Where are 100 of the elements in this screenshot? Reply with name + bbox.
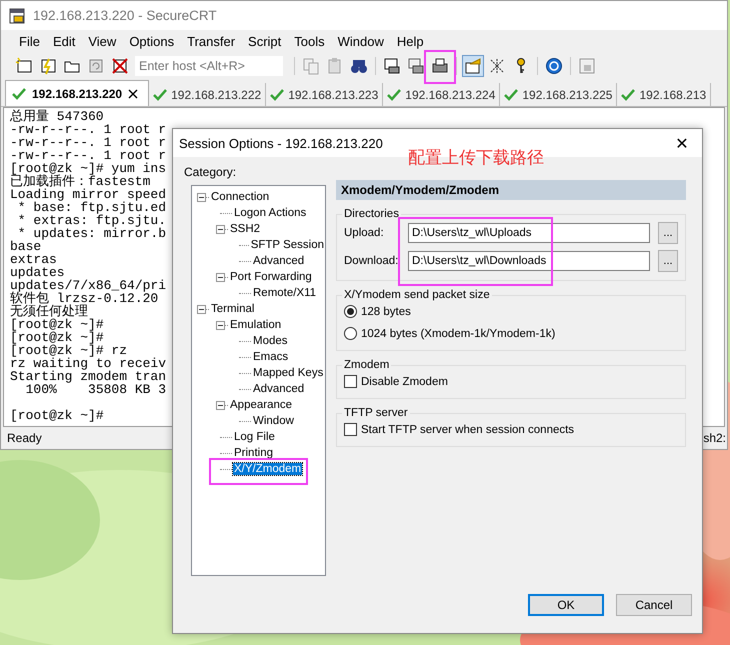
session-tab[interactable]: 192.168.213.225 bbox=[500, 83, 618, 106]
terminal-line: updates/7/x86_64/pri bbox=[10, 279, 166, 292]
tree-item[interactable]: Advanced bbox=[252, 255, 306, 267]
check-icon bbox=[153, 88, 168, 100]
tree-item[interactable]: Printing bbox=[233, 447, 274, 459]
radio-button[interactable] bbox=[344, 305, 357, 318]
terminal-line: * updates: mirror.b bbox=[18, 227, 166, 240]
radio-button[interactable] bbox=[344, 327, 357, 340]
field-label: Download: bbox=[344, 255, 400, 267]
tree-item[interactable]: Emulation bbox=[229, 319, 282, 331]
menu-item[interactable]: Options bbox=[129, 34, 174, 48]
session-tab[interactable]: 192.168.213 bbox=[617, 83, 712, 106]
tree-item[interactable]: Terminal bbox=[210, 303, 256, 315]
menu-item[interactable]: Transfer bbox=[187, 34, 236, 48]
dialog-title: Session Options - 192.168.213.220 bbox=[179, 136, 383, 150]
collapse-icon[interactable] bbox=[197, 304, 206, 314]
tree-item[interactable]: Appearance bbox=[229, 399, 294, 411]
collapse-icon[interactable] bbox=[216, 224, 225, 234]
panel-header: Xmodem/Ymodem/Zmodem bbox=[336, 180, 686, 200]
group-title: TFTP server bbox=[343, 407, 409, 419]
tree-item[interactable]: Log File bbox=[233, 431, 276, 443]
session-tab[interactable]: 192.168.213.224 bbox=[383, 83, 500, 106]
tab-label: 192.168.213.220 bbox=[32, 86, 122, 100]
option-label: Disable Zmodem bbox=[361, 376, 448, 388]
menu-item[interactable]: Help bbox=[396, 34, 424, 48]
status-text: sh2: bbox=[703, 431, 726, 445]
tree-item[interactable]: X/Y/Zmodem bbox=[233, 463, 302, 475]
tree-item[interactable]: Remote/X11 bbox=[252, 287, 318, 299]
tree-item[interactable]: SFTP Session bbox=[250, 239, 325, 251]
check-icon bbox=[504, 88, 518, 100]
menu-item[interactable]: Tools bbox=[294, 34, 325, 48]
terminal-line: -rw-r--r--. 1 root r bbox=[10, 123, 166, 136]
terminal-line: * extras: ftp.sjtu. bbox=[16, 214, 166, 227]
terminal-line: [root@zk ~]# bbox=[10, 409, 104, 422]
checkbox[interactable] bbox=[344, 423, 357, 436]
browse-button[interactable]: ... bbox=[658, 222, 678, 244]
check-icon bbox=[387, 88, 402, 100]
check-icon bbox=[270, 88, 284, 100]
tree-item[interactable]: Port Forwarding bbox=[229, 271, 313, 283]
terminal-line: updates bbox=[10, 266, 65, 279]
terminal-line: 软件包 lrzsz-0.12.20 bbox=[10, 292, 158, 305]
group-title: Directories bbox=[343, 208, 400, 220]
menu-item[interactable]: File bbox=[19, 34, 40, 48]
tree-item[interactable]: Window bbox=[252, 415, 295, 427]
tree-item[interactable]: Logon Actions bbox=[233, 207, 308, 219]
option-label: Start TFTP server when session connects bbox=[361, 424, 574, 436]
app-icon bbox=[9, 8, 25, 24]
terminal-line: Starting zmodem tran bbox=[10, 370, 166, 383]
annotation-text: 配置上传下载路径 bbox=[408, 147, 544, 169]
menu-item[interactable]: View bbox=[88, 34, 116, 48]
terminal-line: 已加载插件：fastestm bbox=[10, 175, 150, 188]
group-title: Zmodem bbox=[343, 359, 390, 371]
terminal-line: 无须任何处理 bbox=[10, 305, 88, 318]
collapse-icon[interactable] bbox=[216, 320, 225, 330]
collapse-icon[interactable] bbox=[216, 400, 225, 410]
category-label: Category: bbox=[184, 165, 238, 179]
terminal-line: Loading mirror speed bbox=[10, 188, 166, 201]
ok-button[interactable]: OK bbox=[528, 594, 604, 616]
tree-item[interactable]: Advanced bbox=[252, 383, 306, 395]
help-icon[interactable] bbox=[543, 55, 565, 77]
highlight-frame bbox=[424, 50, 456, 84]
menu-item[interactable]: Script bbox=[248, 34, 282, 48]
terminal-line: 总用量 547360 bbox=[10, 110, 104, 123]
tab-label: 192.168.213.224 bbox=[405, 88, 496, 102]
check-icon bbox=[621, 88, 636, 100]
menu-item[interactable]: Edit bbox=[52, 34, 76, 48]
close-icon[interactable] bbox=[128, 88, 138, 98]
options-icon[interactable] bbox=[462, 55, 484, 77]
terminal-line: rz waiting to receiv bbox=[10, 357, 166, 370]
browse-button[interactable]: ... bbox=[658, 250, 678, 272]
tree-item[interactable]: SSH2 bbox=[229, 223, 262, 235]
terminal-line: [root@zk ~]# rz bbox=[10, 344, 128, 357]
close-button[interactable]: ✕ bbox=[662, 129, 702, 157]
path-field[interactable]: D:\Users\tz_wl\Uploads bbox=[408, 223, 650, 243]
host-field[interactable]: Enter host <Alt+R> bbox=[135, 56, 283, 76]
terminal-line: 100% 35808 KB 3 bbox=[26, 383, 166, 396]
session-tab[interactable]: 192.168.213.220 bbox=[5, 80, 150, 106]
check-icon bbox=[12, 88, 26, 100]
option-label: 1024 bytes (Xmodem-1k/Ymodem-1k) bbox=[361, 328, 556, 340]
tab-label: 192.168.213.222 bbox=[171, 88, 262, 102]
status-text: Ready bbox=[7, 431, 42, 445]
checkbox[interactable] bbox=[344, 375, 357, 388]
tree-item[interactable]: Connection bbox=[210, 191, 270, 203]
collapse-icon[interactable] bbox=[197, 192, 206, 202]
terminal-line: base bbox=[10, 240, 42, 253]
cancel-button[interactable]: Cancel bbox=[616, 594, 692, 616]
tab-label: 192.168.213 bbox=[639, 88, 706, 102]
collapse-icon[interactable] bbox=[216, 272, 225, 282]
tree-item[interactable]: Mapped Keys bbox=[252, 367, 324, 379]
terminal-line: * base: ftp.sjtu.ed bbox=[18, 201, 166, 214]
tree-item[interactable]: Emacs bbox=[252, 351, 290, 363]
session-tab[interactable]: 192.168.213.222 bbox=[149, 83, 266, 106]
session-tab[interactable]: 192.168.213.223 bbox=[266, 83, 384, 106]
path-field[interactable]: D:\Users\tz_wl\Downloads bbox=[408, 251, 650, 271]
tree-item[interactable]: Modes bbox=[252, 335, 289, 347]
tab-label: 192.168.213.225 bbox=[522, 88, 612, 102]
option-label: 128 bytes bbox=[361, 306, 411, 318]
window-title: 192.168.213.220 - SecureCRT bbox=[33, 8, 217, 23]
terminal-line: -rw-r--r--. 1 root r bbox=[10, 136, 166, 149]
menu-item[interactable]: Window bbox=[338, 34, 384, 48]
